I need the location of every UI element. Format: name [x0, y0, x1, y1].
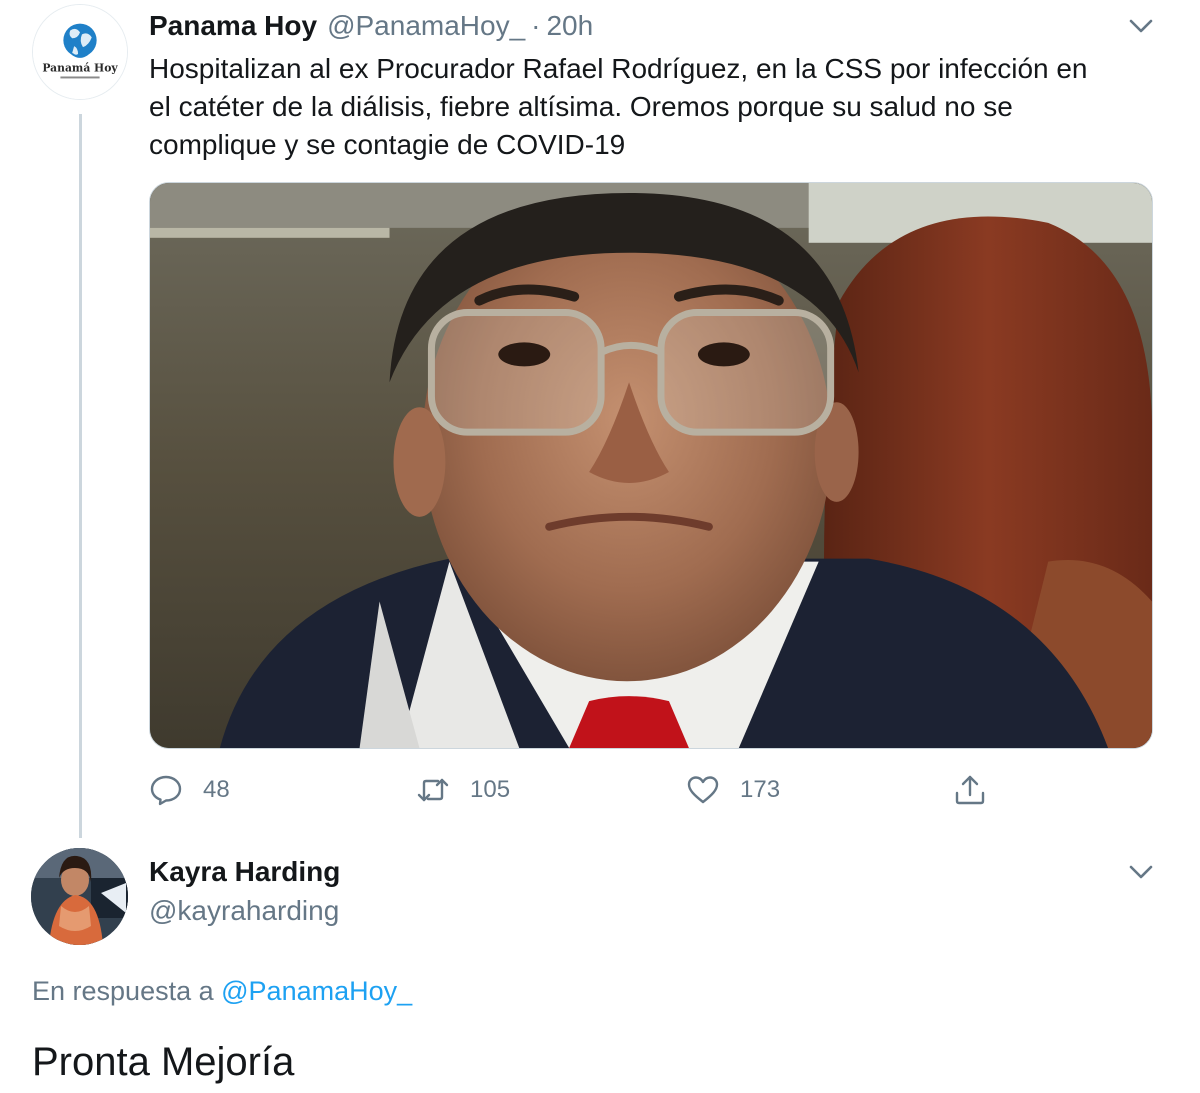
reply-author-handle[interactable]: @kayraharding: [149, 895, 339, 927]
share-upload-icon: [953, 773, 987, 807]
reply-count: 48: [203, 776, 230, 803]
chevron-down-icon[interactable]: [1127, 862, 1155, 882]
tweet-timestamp[interactable]: 20h: [546, 10, 593, 42]
tweet-header: Panama Hoy @PanamaHoy_ · 20h: [149, 6, 593, 46]
share-action[interactable]: [953, 768, 987, 812]
panama-hoy-avatar[interactable]: Panamá Hoy: [32, 4, 128, 100]
reply-text: Pronta Mejoría: [32, 1040, 295, 1084]
reply-to-link[interactable]: @PanamaHoy_: [221, 976, 412, 1006]
header-separator: ·: [531, 10, 541, 41]
profile-photo: [31, 848, 128, 945]
tweet-actions-bar: 48 105 173: [149, 768, 1153, 812]
like-action[interactable]: 173: [686, 768, 780, 812]
retweet-action[interactable]: 105: [416, 768, 510, 812]
retweet-count: 105: [470, 776, 511, 803]
retweet-icon: [416, 773, 450, 807]
logo-wordmark: Panamá Hoy: [42, 62, 118, 75]
thread-connector-line: [79, 114, 82, 838]
like-count: 173: [740, 776, 781, 803]
speech-bubble-icon: [149, 773, 183, 807]
reply-action[interactable]: 48: [149, 768, 230, 812]
reply-prefix: En respuesta a: [32, 976, 214, 1006]
author-handle[interactable]: @PanamaHoy_: [327, 10, 525, 42]
tweet-text: Hospitalizan al ex Procurador Rafael Rod…: [149, 53, 1088, 160]
tweet-photo[interactable]: [149, 182, 1153, 749]
panama-hoy-logo: Panamá Hoy: [33, 5, 127, 99]
heart-icon: [686, 773, 720, 807]
reply-context: En respuesta a @PanamaHoy_: [32, 976, 412, 1007]
chevron-down-icon[interactable]: [1127, 16, 1155, 36]
reply-author-name[interactable]: Kayra Harding: [149, 856, 340, 888]
kayra-harding-avatar[interactable]: [31, 848, 128, 945]
photo-man-portrait: [150, 183, 1152, 748]
author-name[interactable]: Panama Hoy: [149, 10, 317, 42]
